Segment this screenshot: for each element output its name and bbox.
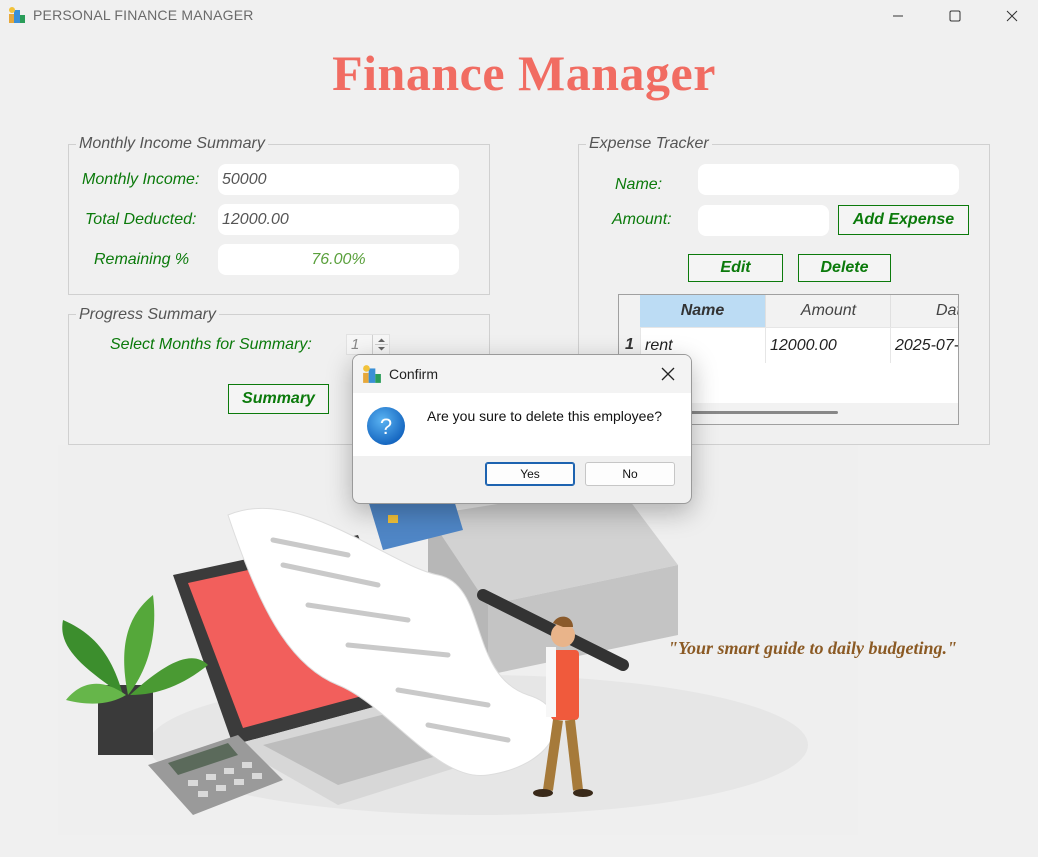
total-deducted-label: Total Deducted: bbox=[85, 211, 197, 228]
table-cell-date[interactable]: 2025-07- bbox=[890, 327, 958, 363]
svg-text:?: ? bbox=[380, 414, 392, 439]
income-summary-legend: Monthly Income Summary bbox=[76, 135, 268, 153]
monthly-income-field[interactable]: 50000 bbox=[218, 164, 459, 195]
progress-summary-legend: Progress Summary bbox=[76, 306, 219, 324]
dialog-title: Confirm bbox=[389, 366, 439, 382]
months-spinner[interactable]: 1 bbox=[346, 334, 390, 355]
expense-tracker-legend: Expense Tracker bbox=[586, 135, 712, 153]
summary-button[interactable]: Summary bbox=[228, 384, 329, 414]
remaining-percent-field: 76.00% bbox=[218, 244, 459, 275]
page-title: Finance Manager bbox=[332, 45, 716, 101]
confirm-dialog: Confirm ? Are you sure to delete this em… bbox=[352, 354, 692, 504]
expense-name-field[interactable] bbox=[698, 164, 959, 195]
select-months-label: Select Months for Summary: bbox=[110, 336, 312, 353]
dialog-close-button[interactable] bbox=[653, 360, 683, 388]
expense-amount-field[interactable] bbox=[698, 205, 829, 236]
delete-button[interactable]: Delete bbox=[798, 254, 891, 282]
window-title: PERSONAL FINANCE MANAGER bbox=[33, 7, 254, 23]
dialog-app-icon bbox=[362, 364, 382, 384]
column-header-amount[interactable]: Amount bbox=[765, 295, 891, 327]
column-header-name[interactable]: Name bbox=[640, 295, 765, 327]
minimize-button[interactable] bbox=[870, 0, 926, 32]
close-button[interactable] bbox=[984, 0, 1038, 32]
maximize-button[interactable] bbox=[927, 0, 983, 32]
expense-amount-label: Amount: bbox=[612, 211, 672, 228]
remaining-label: Remaining % bbox=[94, 251, 190, 268]
expense-name-label: Name: bbox=[615, 176, 663, 193]
dialog-message: Are you sure to delete this employee? bbox=[427, 408, 663, 424]
spinner-up-down-icon bbox=[375, 338, 388, 351]
edit-button[interactable]: Edit bbox=[688, 254, 783, 282]
column-header-date[interactable]: Date bbox=[890, 295, 958, 327]
spinner-arrows[interactable] bbox=[372, 335, 390, 354]
table-corner bbox=[619, 295, 641, 327]
app-icon bbox=[8, 6, 26, 24]
maximize-icon bbox=[949, 10, 961, 22]
close-icon bbox=[1006, 10, 1018, 22]
minimize-icon bbox=[893, 15, 903, 17]
yes-button[interactable]: Yes bbox=[485, 462, 575, 486]
months-spinner-value: 1 bbox=[351, 336, 360, 353]
tagline-quote: "Your smart guide to daily budgeting." bbox=[668, 638, 958, 658]
add-expense-button[interactable]: Add Expense bbox=[838, 205, 969, 235]
table-cell-amount[interactable]: 12000.00 bbox=[765, 327, 890, 363]
question-icon: ? bbox=[366, 406, 406, 446]
total-deducted-field: 12000.00 bbox=[218, 204, 459, 235]
no-button[interactable]: No bbox=[585, 462, 675, 486]
monthly-income-label: Monthly Income: bbox=[82, 171, 200, 188]
close-icon bbox=[661, 367, 675, 381]
